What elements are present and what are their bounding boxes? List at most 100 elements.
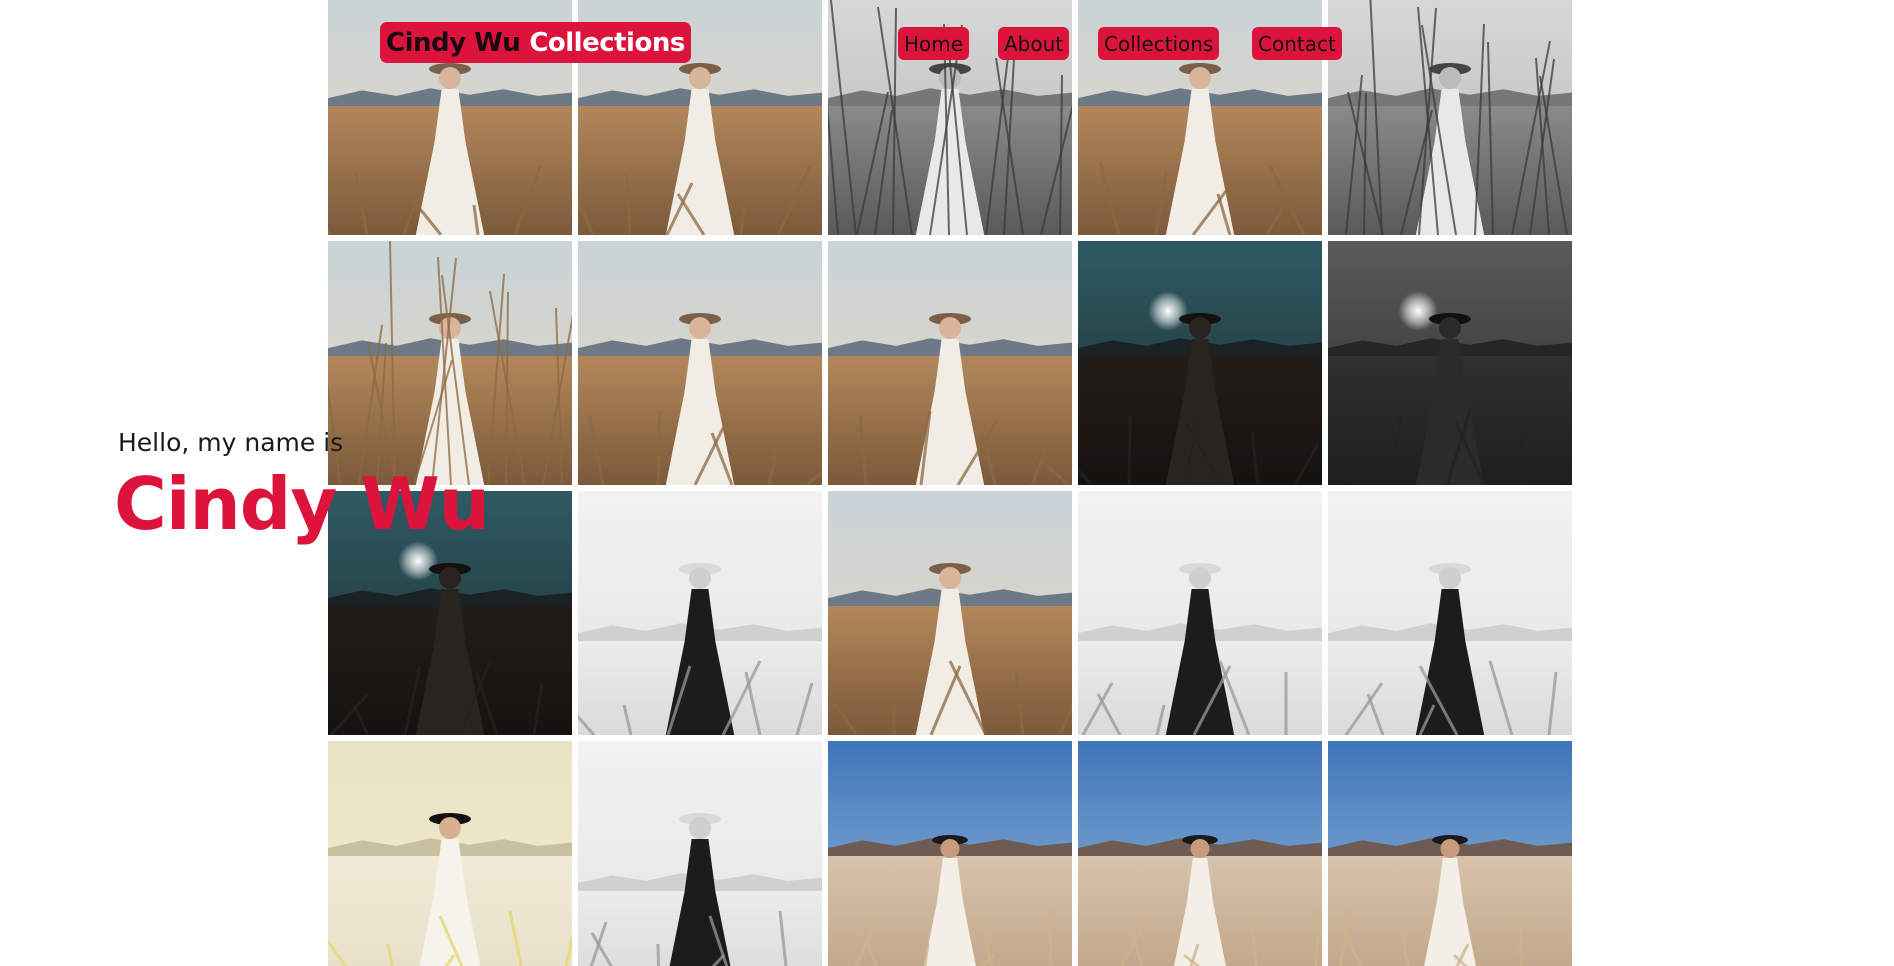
brush-branch [676,193,706,235]
brush-branch [1556,463,1572,485]
photo-brush [1119,910,1322,966]
brush-branch [1390,415,1402,485]
brush-branch [767,443,780,485]
photo-brush [1345,0,1568,235]
nav-about-button[interactable]: About [998,27,1070,60]
nav-contact-button[interactable]: Contact [1252,27,1342,60]
photo-brush [1332,410,1572,485]
brush-branch [856,91,889,235]
brush-branch [1078,467,1094,485]
brush-branch [739,204,746,235]
brush-branch [328,228,332,235]
gallery-photo[interactable] [578,491,822,735]
brush-branch [828,104,839,235]
brush-branch [854,921,878,966]
brush-branch [354,171,369,235]
brush-branch [1248,915,1259,966]
photo-brush [858,410,1070,485]
gallery-photo[interactable] [1078,741,1322,966]
brush-branch [805,470,822,485]
brush-branch [956,421,998,485]
brush-branch [1474,23,1485,235]
brush-branch [1130,932,1144,966]
gallery-photo[interactable] [328,741,572,966]
brush-branch [1155,704,1166,735]
brush-branch [1535,57,1550,235]
photo-brush [854,910,1053,966]
gallery-photo[interactable] [828,241,1072,485]
brush-branch [474,671,499,735]
brush-branch [1059,74,1063,235]
photo-brush [588,410,822,485]
brush-branch [948,660,988,735]
brush-branch [1345,74,1363,235]
gallery-photo[interactable] [1328,741,1572,966]
brush-branch [328,938,348,966]
brush-branch [329,692,370,735]
brush-branch [487,273,505,485]
brush-branch [656,943,661,966]
page: Cindy Wu Collections Home About Collecti… [0,0,1894,966]
brush-branch [1511,40,1551,235]
brush-branch [1518,915,1523,966]
brush-branch [874,109,893,235]
brush-branch [1218,660,1251,735]
brush-branch [1098,160,1121,235]
brush-branch [472,204,480,235]
brush-branch [1154,171,1168,235]
brush-branch [1216,193,1232,235]
brush-branch [1519,432,1524,485]
brush-branch [1455,943,1470,966]
brush-branch [1096,693,1122,735]
gallery-photo[interactable] [1328,241,1572,485]
brush-branch [1048,910,1053,966]
gallery-photo[interactable] [828,741,1072,966]
brush-branch [1369,0,1383,235]
gallery-photo[interactable] [1078,241,1322,485]
site-brand-logo[interactable]: Cindy Wu Collections [380,22,691,63]
brush-branch [406,193,443,235]
brush-branch [980,432,997,485]
brush-branch [1344,682,1384,735]
brush-branch [555,307,563,485]
brush-branch [1058,702,1072,735]
gallery-photo[interactable] [578,741,822,966]
brush-branch [710,432,734,485]
brush-branch [858,415,868,485]
brush-branch [1293,443,1320,485]
photo-brush [328,241,572,485]
brush-branch [778,910,788,966]
brush-branch [386,943,394,966]
brush-branch [656,410,662,485]
brush-branch [1250,432,1260,485]
brush-branch [711,953,726,966]
brush-branch [795,682,814,735]
photo-brush [578,660,814,735]
brand-collections: Collections [529,27,685,58]
brush-branch [1454,421,1486,485]
brush-branch [624,171,632,235]
gallery-photo[interactable] [328,241,572,485]
gallery-photo[interactable] [828,491,1072,735]
photo-brush [1344,660,1558,735]
brush-branch [744,671,762,735]
brush-branch [829,0,857,235]
brush-branch [389,241,396,485]
brush-branch [1338,910,1352,966]
gallery-photo[interactable] [578,241,822,485]
brush-branch [776,165,812,235]
brush-branch [564,933,572,966]
brush-branch [589,921,608,966]
nav-home-button[interactable]: Home [898,27,970,60]
gallery-photo[interactable] [1328,0,1572,235]
brush-branch [513,165,542,235]
brush-branch [444,954,456,966]
nav-collections-button[interactable]: Collections [1098,27,1220,60]
photo-brush [1078,410,1320,485]
gallery-photo[interactable] [1328,491,1572,735]
gallery-photo[interactable] [1078,491,1322,735]
brush-branch [532,682,544,735]
brush-branch [508,910,523,966]
brush-branch [828,693,859,735]
photo-brush [328,910,572,966]
